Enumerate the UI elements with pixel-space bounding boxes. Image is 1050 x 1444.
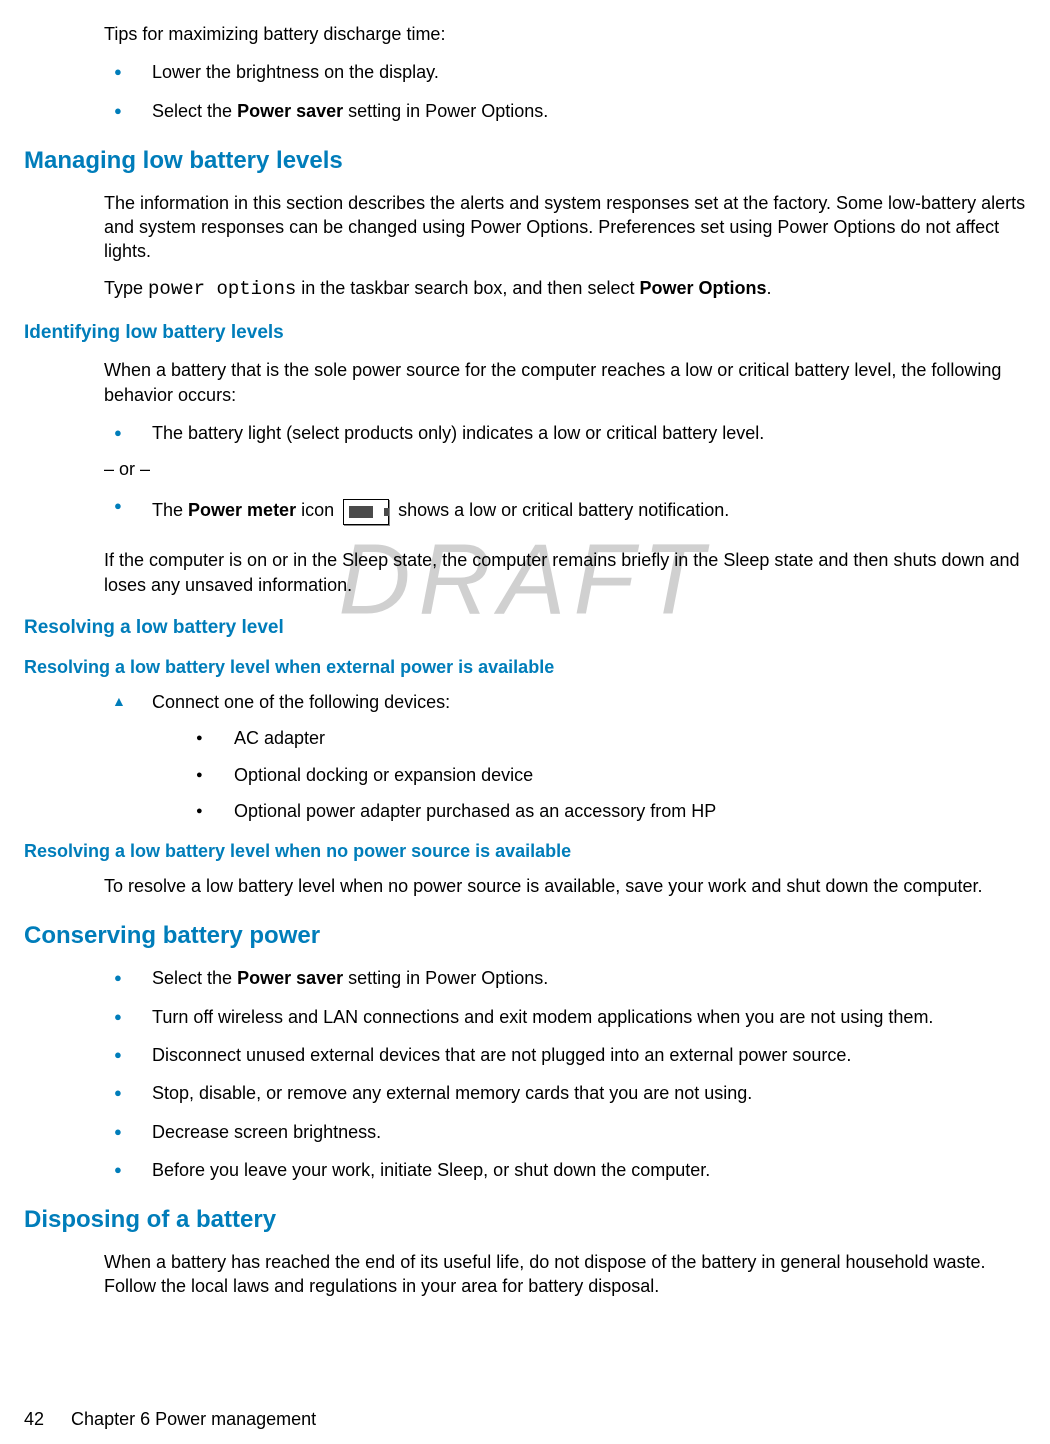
code-text: power options <box>148 278 296 300</box>
list-item: Select the Power saver setting in Power … <box>104 99 1030 123</box>
page-number: 42 <box>24 1409 44 1430</box>
text: Type <box>104 278 148 298</box>
list-item: Connect one of the following devices: AC… <box>104 690 1030 823</box>
list-item: The battery light (select products only)… <box>104 421 1030 445</box>
text: in the taskbar search box, and then sele… <box>296 278 639 298</box>
heading-managing-low-battery: Managing low battery levels <box>24 147 1030 175</box>
power-meter-icon <box>343 499 389 525</box>
list-item: Disconnect unused external devices that … <box>104 1043 1030 1067</box>
text: setting in Power Options. <box>343 968 548 988</box>
tips-heading: Tips for maximizing battery discharge ti… <box>104 22 1030 46</box>
text: . <box>767 278 772 298</box>
heading-resolving-nopower: Resolving a low battery level when no po… <box>24 841 1030 862</box>
heading-identifying: Identifying low battery levels <box>24 322 1030 344</box>
text-bold: Power saver <box>237 101 343 121</box>
behavior-list-2: The Power meter icon shows a low or crit… <box>104 494 1030 526</box>
paragraph: Type power options in the taskbar search… <box>104 276 1030 303</box>
paragraph: When a battery that is the sole power so… <box>104 358 1030 407</box>
paragraph: When a battery has reached the end of it… <box>104 1250 1030 1299</box>
heading-disposing: Disposing of a battery <box>24 1206 1030 1234</box>
text: Select the <box>152 101 237 121</box>
text-bold: Power saver <box>237 968 343 988</box>
heading-resolving-external: Resolving a low battery level when exter… <box>24 657 1030 678</box>
list-item: Stop, disable, or remove any external me… <box>104 1081 1030 1105</box>
device-list: AC adapter Optional docking or expansion… <box>186 726 1030 823</box>
text: The <box>152 500 188 520</box>
heading-resolving: Resolving a low battery level <box>24 617 1030 639</box>
text-bold: Power meter <box>188 500 296 520</box>
or-separator: – or – <box>104 459 1030 480</box>
text: setting in Power Options. <box>343 101 548 121</box>
list-item: Optional power adapter purchased as an a… <box>186 799 1030 823</box>
list-item: Before you leave your work, initiate Sle… <box>104 1158 1030 1182</box>
step-list: Connect one of the following devices: AC… <box>104 690 1030 823</box>
page: DRAFT Tips for maximizing battery discha… <box>0 0 1050 1444</box>
text: Select the <box>152 968 237 988</box>
list-item: Turn off wireless and LAN connections an… <box>104 1005 1030 1029</box>
text-bold: Power Options <box>639 278 766 298</box>
text: shows a low or critical battery notifica… <box>393 500 729 520</box>
heading-conserving: Conserving battery power <box>24 922 1030 950</box>
list-item: Decrease screen brightness. <box>104 1120 1030 1144</box>
list-item: The Power meter icon shows a low or crit… <box>104 494 1030 526</box>
list-item: Select the Power saver setting in Power … <box>104 966 1030 990</box>
paragraph: To resolve a low battery level when no p… <box>104 874 1030 898</box>
paragraph: If the computer is on or in the Sleep st… <box>104 548 1030 597</box>
text: icon <box>296 500 339 520</box>
chapter-label: Chapter 6 Power management <box>71 1409 316 1430</box>
page-content: Tips for maximizing battery discharge ti… <box>0 0 1050 1299</box>
list-item: Lower the brightness on the display. <box>104 60 1030 84</box>
tips-list: Lower the brightness on the display. Sel… <box>104 60 1030 123</box>
behavior-list: The battery light (select products only)… <box>104 421 1030 445</box>
text: Connect one of the following devices: <box>152 692 450 712</box>
conserving-list: Select the Power saver setting in Power … <box>104 966 1030 1182</box>
list-item: AC adapter <box>186 726 1030 750</box>
page-footer: 42 Chapter 6 Power management <box>24 1409 316 1430</box>
list-item: Optional docking or expansion device <box>186 763 1030 787</box>
paragraph: The information in this section describe… <box>104 191 1030 264</box>
